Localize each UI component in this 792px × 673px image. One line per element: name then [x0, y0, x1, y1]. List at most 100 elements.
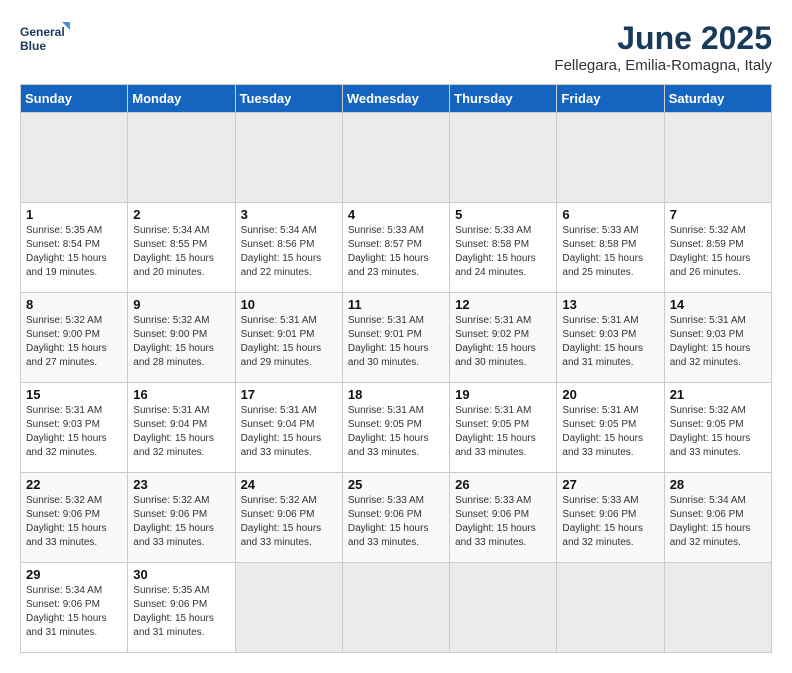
calendar-week-2: 8 Sunrise: 5:32 AM Sunset: 9:00 PM Dayli…: [21, 293, 772, 383]
calendar-title: June 2025: [554, 20, 772, 57]
title-block: June 2025 Fellegara, Emilia-Romagna, Ita…: [554, 20, 772, 74]
calendar-cell: [235, 563, 342, 653]
day-info: Sunrise: 5:34 AM Sunset: 9:06 PM Dayligh…: [670, 494, 766, 550]
calendar-cell: 21 Sunrise: 5:32 AM Sunset: 9:05 PM Dayl…: [664, 383, 771, 473]
day-number: 6: [562, 207, 658, 222]
calendar-cell: 1 Sunrise: 5:35 AM Sunset: 8:54 PM Dayli…: [21, 203, 128, 293]
logo-svg: General Blue: [20, 20, 70, 62]
calendar-cell: [128, 113, 235, 203]
day-number: 13: [562, 297, 658, 312]
calendar-body: 1 Sunrise: 5:35 AM Sunset: 8:54 PM Dayli…: [21, 113, 772, 653]
day-info: Sunrise: 5:33 AM Sunset: 9:06 PM Dayligh…: [348, 494, 444, 550]
day-number: 12: [455, 297, 551, 312]
day-number: 19: [455, 387, 551, 402]
calendar-cell: 7 Sunrise: 5:32 AM Sunset: 8:59 PM Dayli…: [664, 203, 771, 293]
day-info: Sunrise: 5:31 AM Sunset: 9:03 PM Dayligh…: [26, 404, 122, 460]
day-info: Sunrise: 5:32 AM Sunset: 8:59 PM Dayligh…: [670, 224, 766, 280]
day-info: Sunrise: 5:31 AM Sunset: 9:02 PM Dayligh…: [455, 314, 551, 370]
day-number: 18: [348, 387, 444, 402]
calendar-cell: 16 Sunrise: 5:31 AM Sunset: 9:04 PM Dayl…: [128, 383, 235, 473]
calendar-cell: 29 Sunrise: 5:34 AM Sunset: 9:06 PM Dayl…: [21, 563, 128, 653]
calendar-cell: 10 Sunrise: 5:31 AM Sunset: 9:01 PM Dayl…: [235, 293, 342, 383]
calendar-cell: 11 Sunrise: 5:31 AM Sunset: 9:01 PM Dayl…: [342, 293, 449, 383]
calendar-cell: 15 Sunrise: 5:31 AM Sunset: 9:03 PM Dayl…: [21, 383, 128, 473]
day-info: Sunrise: 5:31 AM Sunset: 9:05 PM Dayligh…: [455, 404, 551, 460]
day-info: Sunrise: 5:31 AM Sunset: 9:01 PM Dayligh…: [241, 314, 337, 370]
day-number: 14: [670, 297, 766, 312]
calendar-cell: 25 Sunrise: 5:33 AM Sunset: 9:06 PM Dayl…: [342, 473, 449, 563]
day-number: 30: [133, 567, 229, 582]
day-info: Sunrise: 5:34 AM Sunset: 8:56 PM Dayligh…: [241, 224, 337, 280]
day-number: 7: [670, 207, 766, 222]
header-friday: Friday: [557, 85, 664, 113]
calendar-cell: 6 Sunrise: 5:33 AM Sunset: 8:58 PM Dayli…: [557, 203, 664, 293]
calendar-cell: 12 Sunrise: 5:31 AM Sunset: 9:02 PM Dayl…: [450, 293, 557, 383]
calendar-cell: 18 Sunrise: 5:31 AM Sunset: 9:05 PM Dayl…: [342, 383, 449, 473]
calendar-cell: 28 Sunrise: 5:34 AM Sunset: 9:06 PM Dayl…: [664, 473, 771, 563]
logo: General Blue: [20, 20, 70, 62]
calendar-cell: 24 Sunrise: 5:32 AM Sunset: 9:06 PM Dayl…: [235, 473, 342, 563]
day-number: 4: [348, 207, 444, 222]
calendar-cell: 13 Sunrise: 5:31 AM Sunset: 9:03 PM Dayl…: [557, 293, 664, 383]
day-number: 26: [455, 477, 551, 492]
calendar-cell: 14 Sunrise: 5:31 AM Sunset: 9:03 PM Dayl…: [664, 293, 771, 383]
day-number: 24: [241, 477, 337, 492]
calendar-header: Sunday Monday Tuesday Wednesday Thursday…: [21, 85, 772, 113]
svg-text:General: General: [20, 25, 65, 39]
day-number: 8: [26, 297, 122, 312]
day-info: Sunrise: 5:34 AM Sunset: 8:55 PM Dayligh…: [133, 224, 229, 280]
calendar-table: Sunday Monday Tuesday Wednesday Thursday…: [20, 84, 772, 653]
calendar-cell: 5 Sunrise: 5:33 AM Sunset: 8:58 PM Dayli…: [450, 203, 557, 293]
day-number: 10: [241, 297, 337, 312]
calendar-cell: 8 Sunrise: 5:32 AM Sunset: 9:00 PM Dayli…: [21, 293, 128, 383]
day-number: 22: [26, 477, 122, 492]
day-number: 20: [562, 387, 658, 402]
day-number: 5: [455, 207, 551, 222]
day-info: Sunrise: 5:34 AM Sunset: 9:06 PM Dayligh…: [26, 584, 122, 640]
svg-text:Blue: Blue: [20, 39, 46, 53]
day-info: Sunrise: 5:32 AM Sunset: 9:06 PM Dayligh…: [133, 494, 229, 550]
day-info: Sunrise: 5:31 AM Sunset: 9:03 PM Dayligh…: [670, 314, 766, 370]
day-number: 1: [26, 207, 122, 222]
calendar-cell: 17 Sunrise: 5:31 AM Sunset: 9:04 PM Dayl…: [235, 383, 342, 473]
day-info: Sunrise: 5:33 AM Sunset: 9:06 PM Dayligh…: [562, 494, 658, 550]
day-number: 9: [133, 297, 229, 312]
day-info: Sunrise: 5:33 AM Sunset: 8:58 PM Dayligh…: [455, 224, 551, 280]
day-info: Sunrise: 5:33 AM Sunset: 8:58 PM Dayligh…: [562, 224, 658, 280]
header-saturday: Saturday: [664, 85, 771, 113]
calendar-cell: 20 Sunrise: 5:31 AM Sunset: 9:05 PM Dayl…: [557, 383, 664, 473]
calendar-week-4: 22 Sunrise: 5:32 AM Sunset: 9:06 PM Dayl…: [21, 473, 772, 563]
calendar-cell: 26 Sunrise: 5:33 AM Sunset: 9:06 PM Dayl…: [450, 473, 557, 563]
day-number: 29: [26, 567, 122, 582]
calendar-cell: 22 Sunrise: 5:32 AM Sunset: 9:06 PM Dayl…: [21, 473, 128, 563]
calendar-cell: [342, 113, 449, 203]
calendar-week-3: 15 Sunrise: 5:31 AM Sunset: 9:03 PM Dayl…: [21, 383, 772, 473]
day-number: 3: [241, 207, 337, 222]
day-info: Sunrise: 5:32 AM Sunset: 9:00 PM Dayligh…: [26, 314, 122, 370]
calendar-cell: 3 Sunrise: 5:34 AM Sunset: 8:56 PM Dayli…: [235, 203, 342, 293]
day-info: Sunrise: 5:32 AM Sunset: 9:06 PM Dayligh…: [241, 494, 337, 550]
calendar-cell: [557, 113, 664, 203]
day-number: 23: [133, 477, 229, 492]
page-header: General Blue June 2025 Fellegara, Emilia…: [20, 20, 772, 74]
header-wednesday: Wednesday: [342, 85, 449, 113]
day-number: 28: [670, 477, 766, 492]
calendar-cell: [450, 113, 557, 203]
calendar-cell: [664, 113, 771, 203]
calendar-cell: 19 Sunrise: 5:31 AM Sunset: 9:05 PM Dayl…: [450, 383, 557, 473]
day-info: Sunrise: 5:31 AM Sunset: 9:04 PM Dayligh…: [133, 404, 229, 460]
day-number: 17: [241, 387, 337, 402]
calendar-cell: 27 Sunrise: 5:33 AM Sunset: 9:06 PM Dayl…: [557, 473, 664, 563]
calendar-cell: [21, 113, 128, 203]
day-info: Sunrise: 5:33 AM Sunset: 8:57 PM Dayligh…: [348, 224, 444, 280]
day-info: Sunrise: 5:31 AM Sunset: 9:01 PM Dayligh…: [348, 314, 444, 370]
day-info: Sunrise: 5:31 AM Sunset: 9:05 PM Dayligh…: [562, 404, 658, 460]
day-number: 25: [348, 477, 444, 492]
day-info: Sunrise: 5:31 AM Sunset: 9:03 PM Dayligh…: [562, 314, 658, 370]
calendar-cell: 2 Sunrise: 5:34 AM Sunset: 8:55 PM Dayli…: [128, 203, 235, 293]
calendar-week-1: 1 Sunrise: 5:35 AM Sunset: 8:54 PM Dayli…: [21, 203, 772, 293]
day-info: Sunrise: 5:31 AM Sunset: 9:04 PM Dayligh…: [241, 404, 337, 460]
calendar-cell: 30 Sunrise: 5:35 AM Sunset: 9:06 PM Dayl…: [128, 563, 235, 653]
calendar-cell: [342, 563, 449, 653]
header-monday: Monday: [128, 85, 235, 113]
